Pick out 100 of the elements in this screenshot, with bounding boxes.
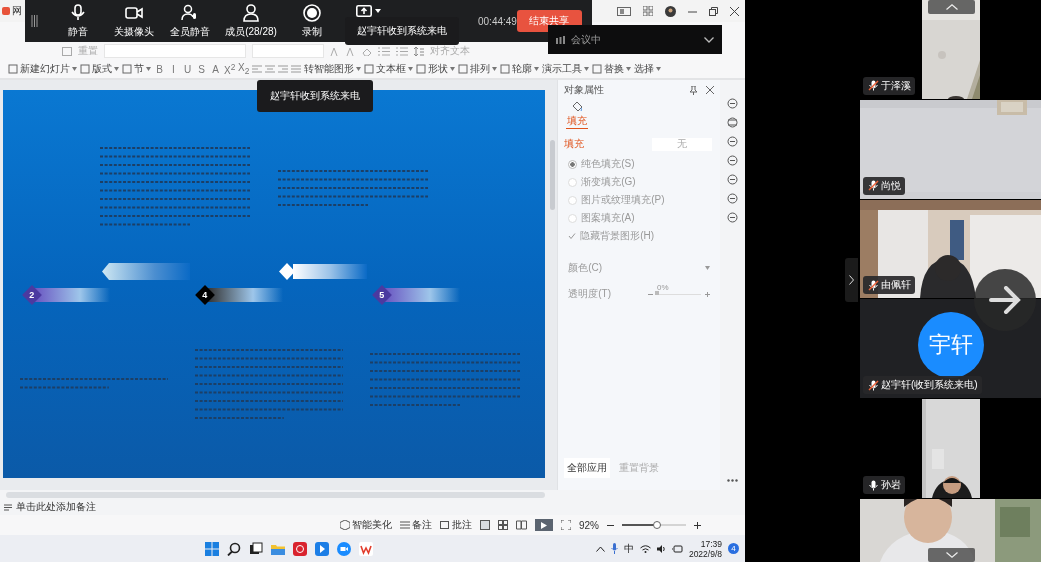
window-title: 网 — [12, 4, 22, 18]
format-button[interactable]: X$_{2}$ — [238, 62, 249, 76]
chevron-up-icon[interactable] — [595, 545, 605, 552]
status-button[interactable]: 批注 — [440, 518, 472, 532]
task-view-icon[interactable] — [249, 541, 263, 556]
radio-button[interactable] — [568, 213, 578, 223]
scrollbar-thumb[interactable] — [549, 140, 555, 210]
font-name-field[interactable] — [104, 44, 246, 58]
app-logo-icon — [2, 7, 10, 15]
more-icon[interactable] — [727, 479, 738, 482]
wifi-icon[interactable] — [639, 544, 651, 553]
drag-handle-icon[interactable] — [31, 15, 38, 27]
zoom-level[interactable]: 92% — [579, 519, 599, 531]
chevron-down-icon — [945, 552, 958, 558]
expand-tab[interactable] — [845, 258, 858, 302]
toolbar-button[interactable]: 成员(28/28) — [218, 3, 284, 39]
toolbar-button[interactable]: 全员静音 — [162, 3, 218, 39]
chevron-down-icon[interactable] — [704, 36, 714, 43]
button-label: 轮廓 — [512, 62, 532, 76]
clock-time: 17:39 — [700, 538, 722, 549]
radio-button[interactable] — [568, 195, 578, 205]
ribbon-button[interactable]: 替换 — [592, 62, 631, 76]
meeting-status-bar[interactable]: 会议中 — [548, 25, 722, 54]
toolbar-button[interactable]: 关摄像头 — [106, 3, 162, 39]
radio-button[interactable] — [568, 159, 578, 169]
button-label: 文本框 — [376, 62, 406, 76]
button-label: 排列 — [470, 62, 490, 76]
normal-view-icon[interactable] — [480, 520, 490, 530]
search-icon[interactable] — [227, 541, 241, 556]
notification-toast: 赵宇轩收到系统来电 — [345, 17, 459, 45]
caret-icon — [626, 67, 631, 71]
video-tile[interactable]: 宇轩 赵宇轩(收到系统来电) — [860, 299, 1041, 399]
scroll-down-button[interactable] — [928, 548, 975, 562]
status-button[interactable]: 智能美化 — [340, 518, 392, 532]
apply-all-button[interactable]: 全部应用 — [564, 458, 611, 478]
notification-badge[interactable]: 4 — [728, 543, 739, 554]
notes-icon — [4, 503, 12, 511]
font-size-field[interactable] — [252, 44, 324, 58]
grid-icon[interactable] — [643, 6, 653, 16]
paint-bucket-icon — [571, 102, 583, 112]
button-label: 新建幻灯片 — [20, 62, 70, 76]
music-app-icon[interactable] — [293, 541, 307, 556]
section-header[interactable]: 填充 — [564, 137, 585, 151]
toolbar-button[interactable]: 静音 — [50, 3, 106, 39]
ribbon-button[interactable]: 排列 — [458, 62, 497, 76]
format-button[interactable]: X$^{2}$ — [224, 61, 235, 77]
ribbon-button[interactable]: 文本框 — [364, 62, 413, 76]
pin-icon[interactable] — [689, 85, 699, 95]
name-tag: 于泽溪 — [863, 76, 915, 95]
format-button[interactable]: B — [154, 63, 165, 75]
arrow-right-icon — [989, 286, 1021, 314]
caret-icon — [146, 67, 151, 71]
speaker-icon[interactable] — [656, 544, 666, 553]
caret-icon[interactable] — [705, 266, 711, 270]
notes-field[interactable]: 单击此处添加备注 — [16, 500, 96, 514]
format-button[interactable]: A — [210, 63, 221, 75]
microphone-icon[interactable] — [610, 543, 618, 554]
name-tag: 孙岩 — [863, 476, 905, 495]
button-label: 选择 — [634, 62, 654, 76]
office-app-icon[interactable] — [359, 541, 373, 556]
close-icon[interactable] — [730, 6, 739, 16]
toolbar-button[interactable]: 录制 — [284, 3, 340, 39]
option-label: 图案填充(A) — [581, 211, 635, 225]
sorter-view-icon[interactable] — [498, 520, 508, 530]
button-label: 形状 — [428, 62, 448, 76]
restore-icon[interactable] — [709, 6, 718, 16]
clock[interactable]: 17:39 2022/9/8 — [688, 538, 722, 559]
format-button[interactable]: S — [196, 63, 207, 75]
ribbon-button[interactable]: 新建幻灯片 — [8, 62, 77, 76]
horizontal-scrollbar[interactable] — [6, 492, 545, 498]
option-label: 渐变填充(G) — [581, 175, 636, 189]
radio-button[interactable] — [568, 177, 578, 187]
checkbox[interactable] — [568, 232, 577, 240]
plus-icon[interactable] — [694, 521, 701, 529]
format-button[interactable]: I — [168, 63, 179, 75]
panel-title[interactable]: 对象属性 — [564, 83, 605, 97]
pin-app-icon[interactable] — [315, 541, 329, 556]
video-app-icon[interactable] — [337, 541, 351, 556]
format-button[interactable]: U — [182, 63, 193, 75]
ime-indicator[interactable]: 中 — [623, 541, 634, 556]
caret-icon — [492, 67, 497, 71]
start-icon[interactable] — [205, 541, 219, 556]
ribbon-button[interactable]: 选择 — [634, 62, 661, 76]
caret-icon — [656, 67, 661, 71]
close-icon[interactable] — [706, 85, 715, 94]
ribbon-button[interactable]: 轮廓 — [500, 62, 539, 76]
fill-tab[interactable]: 填充 — [566, 102, 589, 129]
status-button[interactable]: 备注 — [400, 518, 432, 532]
play-icon — [541, 521, 547, 529]
ribbon-button[interactable]: 版式 — [80, 62, 119, 76]
avatar: 宇轩 — [917, 311, 984, 378]
play-button[interactable] — [535, 519, 553, 531]
fit-icon[interactable] — [561, 520, 571, 530]
battery-icon[interactable] — [671, 544, 683, 553]
book-icon[interactable] — [516, 520, 527, 530]
chevron-right-icon — [849, 275, 854, 285]
line-spacing-icon[interactable] — [414, 46, 424, 56]
ribbon-button[interactable]: 形状 — [416, 62, 455, 76]
ribbon-button[interactable]: 节 — [122, 62, 151, 76]
user-avatar-icon[interactable] — [665, 5, 676, 17]
